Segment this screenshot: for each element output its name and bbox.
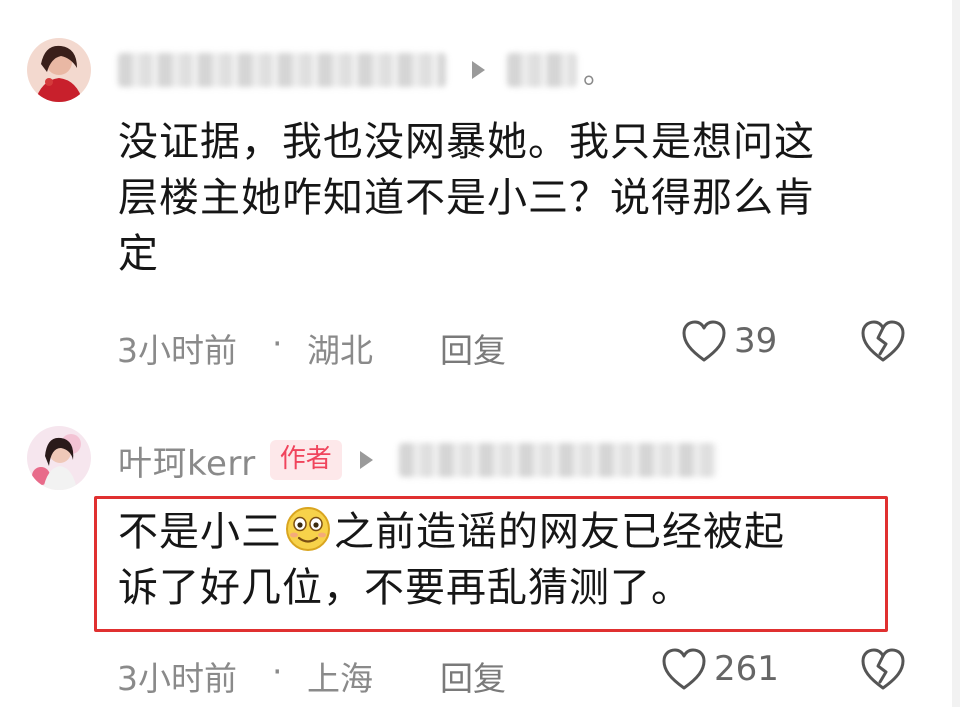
heart-outline-icon (662, 648, 706, 690)
author-name[interactable]: 叶珂kerr (118, 436, 256, 485)
caret-right-icon (359, 451, 373, 469)
comment-footer: 3小时前 · 湖北 回复 39 (0, 318, 960, 370)
heart-outline-icon (682, 320, 726, 362)
separator-dot: · (272, 652, 283, 691)
reply-button[interactable]: 回复 (440, 324, 506, 372)
broken-heart-icon (861, 320, 905, 362)
blurred-reply-target (398, 443, 717, 477)
avatar-image (27, 38, 91, 102)
timestamp: 3小时前 (117, 659, 237, 698)
timestamp: 3小时前 (117, 331, 237, 370)
avatar-image (27, 426, 91, 490)
comment-body-line: 诉了好几位，不要再乱猜测了。 (118, 565, 692, 611)
comment-body-line: 层楼主她咋知道不是小三？说得那么肯 (118, 175, 815, 221)
comment-body-segment: 之前造谣的网友已经被起 (334, 509, 785, 555)
edge-strip (952, 0, 960, 707)
smiling-face-icon (286, 507, 330, 551)
comment-header: 叶珂kerr 作者 (118, 435, 717, 485)
like-button[interactable]: 39 (680, 318, 777, 364)
avatar[interactable] (27, 426, 91, 490)
like-button[interactable]: 261 (660, 646, 779, 692)
separator-dot: · (272, 324, 283, 363)
comment-2: 叶珂kerr 作者 不是小三 之前造谣的网友已经被起 诉了好几位，不要再乱猜测了… (0, 380, 960, 707)
caret-right-icon (472, 61, 485, 79)
comment-body: 不是小三 之前造谣的网友已经被起 诉了好几位，不要再乱猜测了。 (118, 504, 785, 616)
location: 上海 (307, 659, 373, 698)
reply-target-suffix: 。 (583, 56, 613, 91)
comment-body: 没证据，我也没网暴她。我只是想问这 层楼主她咋知道不是小三？说得那么肯 定 (118, 114, 815, 282)
comment-body-segment: 不是小三 (118, 509, 282, 555)
comment-footer: 3小时前 · 上海 回复 261 (0, 646, 960, 698)
like-count: 39 (734, 321, 778, 361)
comment-body-line: 不是小三 之前造谣的网友已经被起 (118, 504, 785, 560)
author-badge: 作者 (269, 440, 342, 480)
comment-body-line: 没证据，我也没网暴她。我只是想问这 (118, 119, 815, 165)
blurred-username (118, 53, 446, 87)
comment-header: 。 (118, 45, 613, 95)
dislike-button[interactable] (858, 318, 908, 372)
dislike-button[interactable] (858, 646, 908, 700)
comment-1: 。 没证据，我也没网暴她。我只是想问这 层楼主她咋知道不是小三？说得那么肯 定 … (0, 0, 960, 380)
location: 湖北 (307, 331, 373, 370)
avatar[interactable] (27, 38, 91, 102)
blurred-reply-target (507, 53, 577, 87)
broken-heart-icon (861, 648, 905, 690)
comment-body-line: 定 (118, 231, 159, 277)
like-count: 261 (714, 649, 779, 689)
reply-button[interactable]: 回复 (440, 652, 506, 700)
